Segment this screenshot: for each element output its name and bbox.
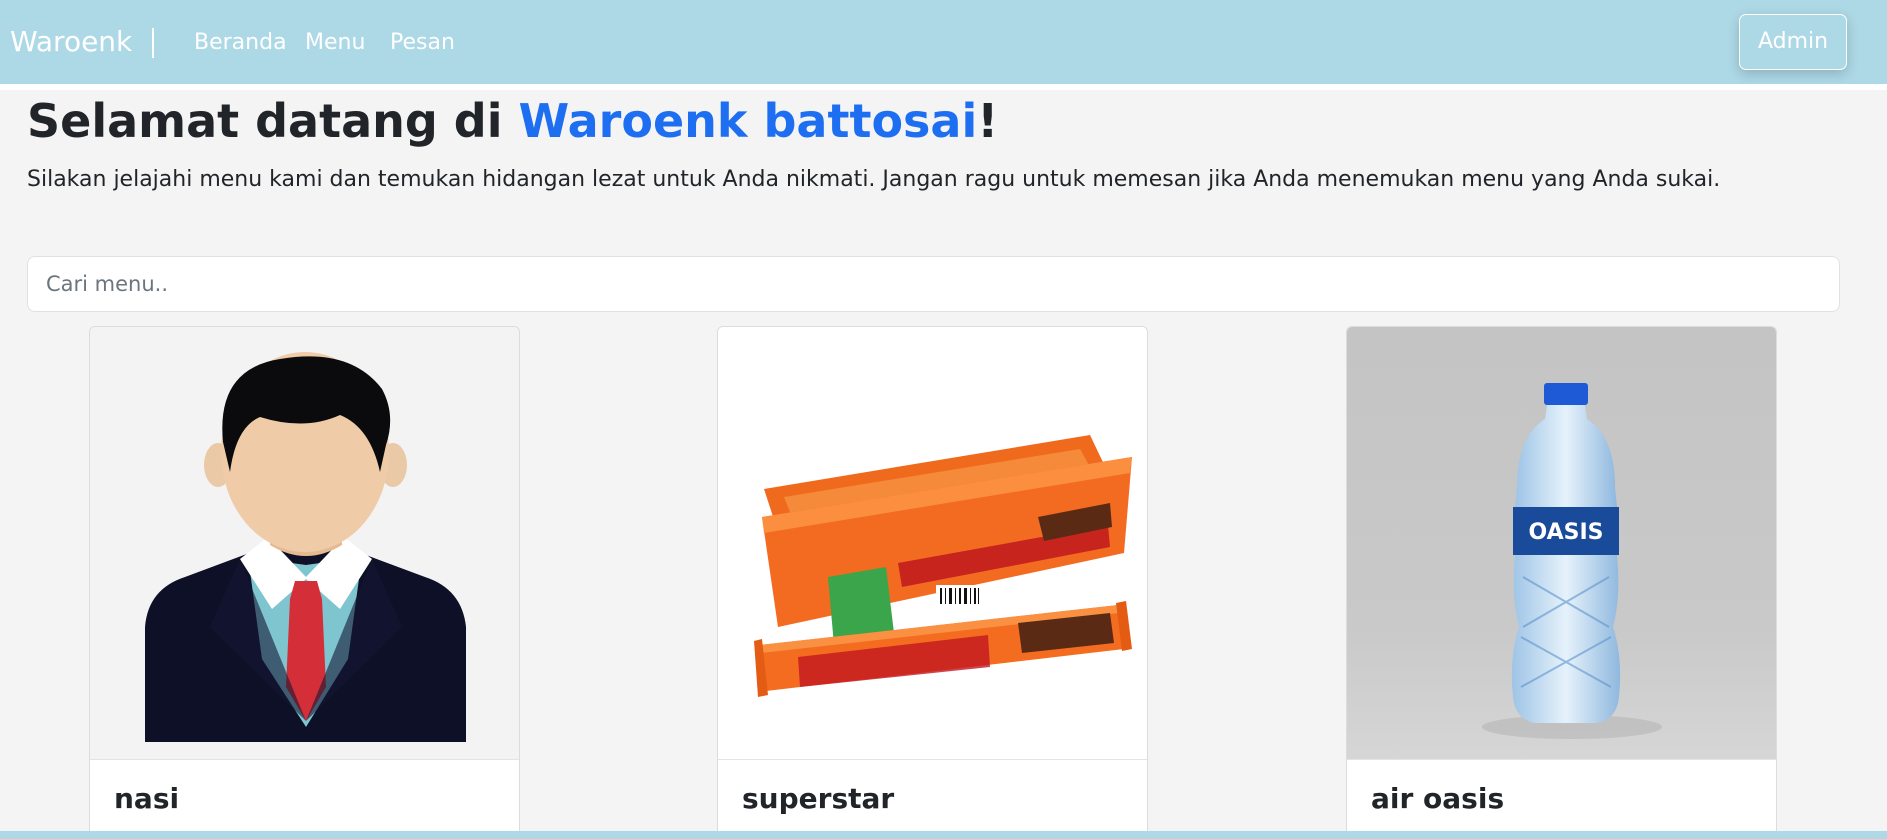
nav-link-beranda[interactable]: Beranda [194, 28, 287, 58]
menu-card-nasi[interactable]: nasi [89, 326, 520, 839]
menu-item-name: superstar [742, 782, 895, 815]
superstar-chocolate-box-photo [718, 327, 1147, 759]
menu-card-superstar[interactable]: superstar [717, 326, 1148, 839]
menu-item-image [718, 327, 1147, 759]
bottom-strip [0, 831, 1887, 839]
person-avatar-illustration [90, 327, 519, 759]
oasis-water-bottle-photo: OASIS [1347, 327, 1776, 759]
title-prefix: Selamat datang di [27, 94, 519, 148]
menu-card-body: air oasis [1347, 759, 1776, 839]
menu-card-air-oasis[interactable]: OASIS air oasis [1346, 326, 1777, 839]
navbar-divider [0, 84, 1887, 90]
search-input[interactable] [27, 256, 1840, 312]
svg-text:OASIS: OASIS [1528, 520, 1603, 545]
nav-separator [152, 28, 154, 58]
menu-item-name: air oasis [1371, 782, 1505, 815]
page-title: Selamat datang di Waroenk battosai! [27, 92, 998, 150]
menu-item-image: OASIS [1347, 327, 1776, 759]
menu-card-body: superstar [718, 759, 1147, 839]
menu-item-image [90, 327, 519, 759]
title-accent: Waroenk battosai [518, 94, 978, 148]
nav-link-menu[interactable]: Menu [305, 28, 365, 58]
title-suffix: ! [977, 94, 999, 148]
brand-link[interactable]: Waroenk [10, 22, 132, 62]
page-subtitle: Silakan jelajahi menu kami dan temukan h… [27, 167, 1721, 192]
menu-card-body: nasi [90, 759, 519, 839]
admin-button[interactable]: Admin [1739, 14, 1847, 70]
nav-link-pesan[interactable]: Pesan [390, 28, 455, 58]
menu-item-name: nasi [114, 782, 180, 815]
